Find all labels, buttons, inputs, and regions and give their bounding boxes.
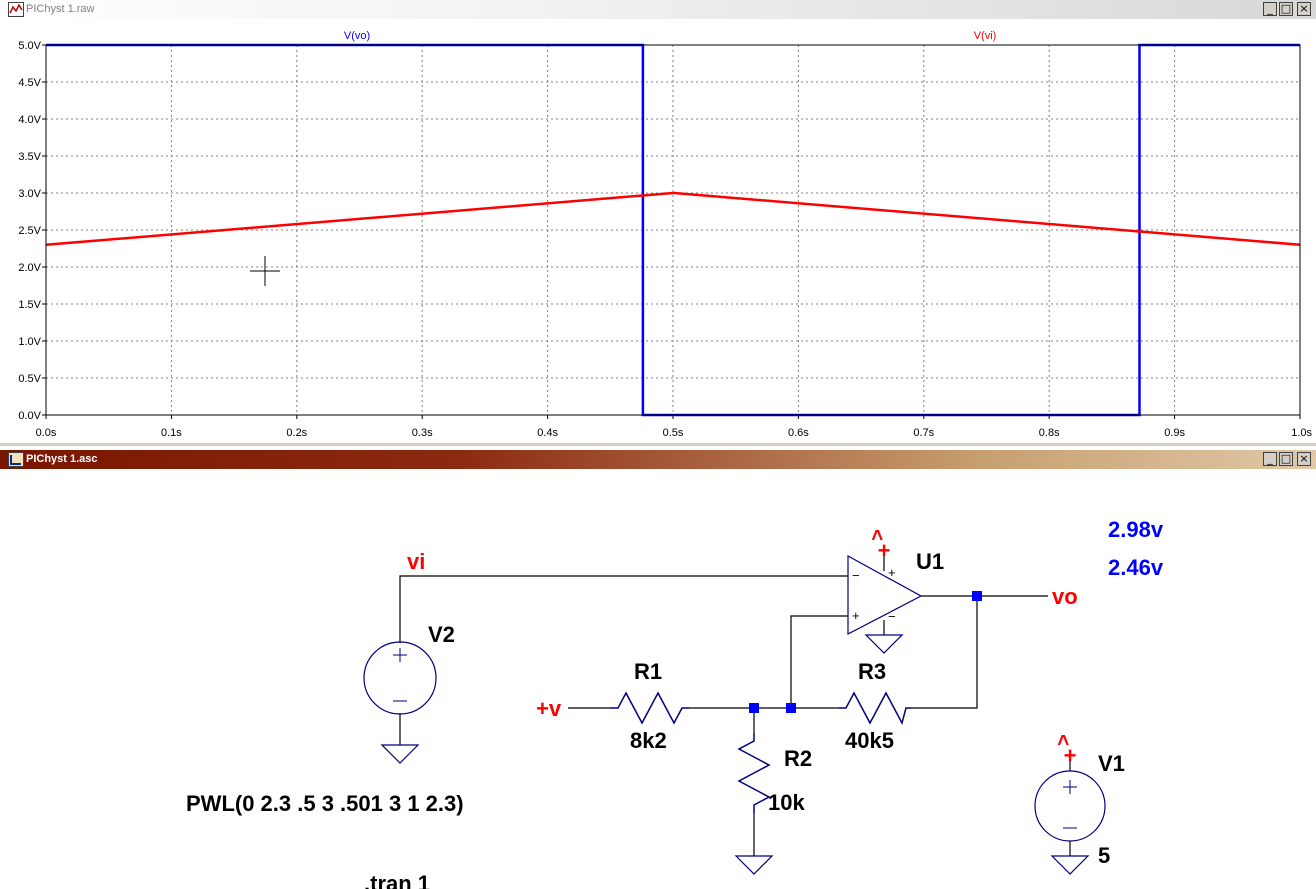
pwl-directive[interactable]: PWL(0 2.3 .5 3 .501 3 1 2.3) <box>186 791 464 816</box>
wires <box>399 548 1071 856</box>
x-tick-label: 0.4s <box>537 427 558 439</box>
y-tick-label: 1.5V <box>18 299 41 311</box>
y-tick-label: 1.0V <box>18 336 41 348</box>
label-r2-value: 10k <box>768 790 805 815</box>
opamp-minus-input: − <box>852 568 860 583</box>
y-tick-label: 4.5V <box>18 77 41 89</box>
schematic-canvas[interactable]: − + + − vi vo +v > + > + U1 V2 V1 R1 8k2… <box>0 469 1316 889</box>
net-label-vi[interactable]: vi <box>407 549 425 574</box>
y-tick-label: 0.0V <box>18 410 41 422</box>
y-tick-label: 3.0V <box>18 188 41 200</box>
label-r1: R1 <box>634 659 662 684</box>
y-axis-ticks: 0.0V 0.5V 1.0V 1.5V 2.0V 2.5V 3.0V 3.5V 4.0V 4.5V… <box>18 40 46 422</box>
opamp-plus-input: + <box>852 608 860 623</box>
x-tick-label: 0.5s <box>663 427 684 439</box>
schematic-icon <box>8 452 24 467</box>
voltage-source-v2[interactable] <box>363 641 437 715</box>
label-r3-value: 40k5 <box>845 728 894 753</box>
ground-symbol-icon <box>380 744 420 764</box>
net-label-vo[interactable]: vo <box>1052 584 1078 609</box>
x-tick-label: 0.6s <box>788 427 809 439</box>
label-v1: V1 <box>1098 751 1125 776</box>
label-r2: R2 <box>784 746 812 771</box>
voltage-readout-2: 2.46v <box>1108 555 1164 580</box>
resistor-r2[interactable] <box>737 733 771 813</box>
x-tick-label: 0.1s <box>161 427 182 439</box>
x-tick-label: 0.9s <box>1164 427 1185 439</box>
minimize-button[interactable]: _ <box>1263 452 1277 466</box>
y-tick-label: 2.5V <box>18 225 41 237</box>
x-tick-label: 0.2s <box>286 427 307 439</box>
waveform-window: PIChyst 1.raw _ □ × 0.0V 0.5V 1.0V 1.5V 2.0V… <box>0 0 1316 446</box>
voltage-readout-1: 2.98v <box>1108 517 1164 542</box>
y-tick-label: 0.5V <box>18 373 41 385</box>
resistor-r3[interactable] <box>838 691 911 726</box>
net-label-plus-v[interactable]: +v <box>536 696 562 721</box>
y-tick-label: 5.0V <box>18 40 41 52</box>
crosshair-cursor-icon <box>250 256 280 286</box>
tran-directive[interactable]: .tran 1 <box>364 871 430 889</box>
x-tick-label: 0.8s <box>1039 427 1060 439</box>
schematic-window-title: PIChyst 1.asc <box>26 453 98 465</box>
close-button[interactable]: × <box>1297 452 1311 466</box>
legend-vi[interactable]: V(vi) <box>974 30 997 42</box>
y-tick-label: 4.0V <box>18 114 41 126</box>
resistor-r1[interactable] <box>610 691 690 725</box>
restore-button[interactable]: □ <box>1279 452 1293 466</box>
opamp-plus-supply: + <box>888 565 896 580</box>
ground-symbol-icon <box>1050 855 1090 875</box>
x-tick-label: 0.7s <box>913 427 934 439</box>
ground-symbol-icon <box>864 634 904 654</box>
ground-symbol-icon <box>734 855 774 875</box>
x-tick-label: 1.0s <box>1291 427 1312 439</box>
schematic-window: PIChyst 1.asc _ □ × − + + − vi vo +v > +… <box>0 446 1316 889</box>
waveform-plot[interactable]: 0.0V 0.5V 1.0V 1.5V 2.0V 2.5V 3.0V 3.5V 4.0V 4.5V… <box>0 0 1316 443</box>
x-tick-label: 0.0s <box>36 427 57 439</box>
junction-node <box>749 703 759 713</box>
net-label-plus-v1: + <box>1064 743 1077 768</box>
y-tick-label: 3.5V <box>18 151 41 163</box>
net-label-plus-u1: + <box>878 538 891 563</box>
label-u1: U1 <box>916 549 944 574</box>
legend-vo[interactable]: V(vo) <box>344 30 370 42</box>
x-tick-label: 0.3s <box>412 427 433 439</box>
junction-node <box>786 703 796 713</box>
y-tick-label: 2.0V <box>18 262 41 274</box>
voltage-source-v1[interactable] <box>1034 770 1106 842</box>
junction-node <box>972 591 982 601</box>
schematic-titlebar[interactable]: PIChyst 1.asc _ □ × <box>0 450 1316 469</box>
label-r3: R3 <box>858 659 886 684</box>
label-v1-value: 5 <box>1098 843 1110 868</box>
label-v2: V2 <box>428 622 455 647</box>
opamp-minus-supply: − <box>888 609 896 624</box>
x-axis-ticks: 0.0s 0.1s 0.2s 0.3s 0.4s 0.5s 0.6s 0.7s 0.8s 0.9s… <box>36 415 1312 439</box>
label-r1-value: 8k2 <box>630 728 667 753</box>
